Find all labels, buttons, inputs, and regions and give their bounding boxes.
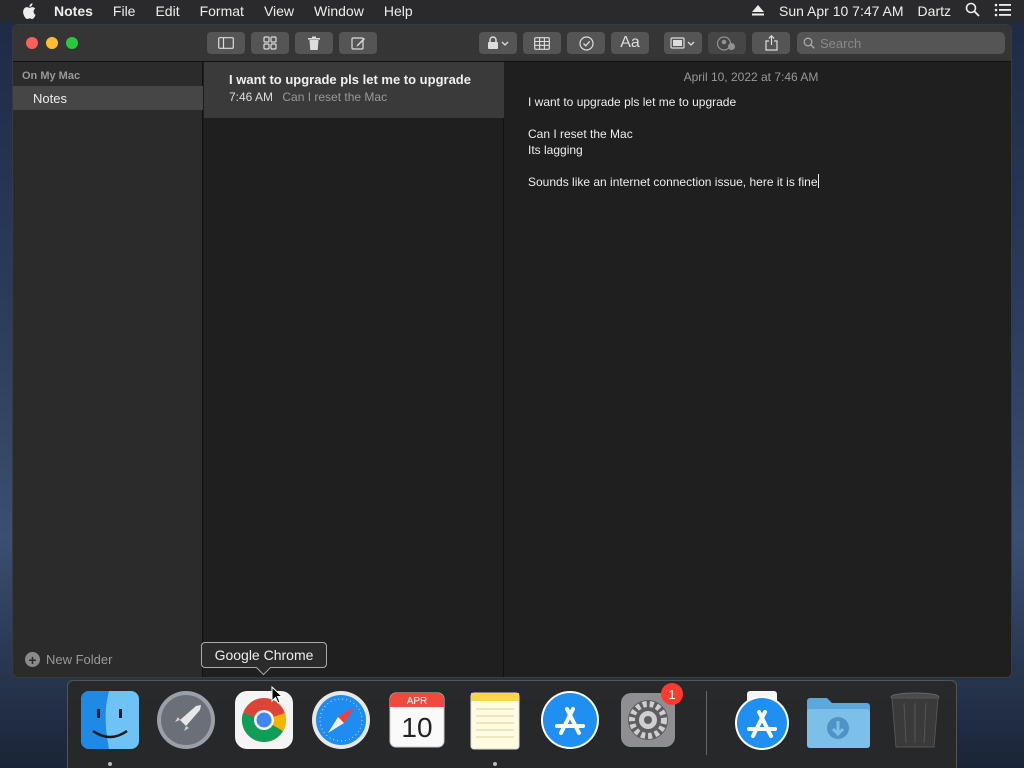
format-text-button[interactable]: Aa	[611, 32, 649, 54]
menu-file[interactable]: File	[113, 3, 136, 19]
text-caret	[817, 174, 819, 188]
finder-icon[interactable]	[79, 689, 141, 751]
sidebar-icon	[218, 37, 234, 49]
sidebar-item-notes[interactable]: Notes	[13, 86, 203, 110]
menu-clock[interactable]: Sun Apr 10 7:47 AM	[779, 3, 904, 19]
notes-window: Aa On My Mac Notes + New Folder I want t…	[12, 24, 1012, 678]
text-format-icon: Aa	[620, 34, 640, 51]
note-line-text: Sounds like an internet connection issue…	[528, 175, 818, 189]
list-item[interactable]: I want to upgrade pls let me to upgrade …	[204, 62, 504, 118]
dock-separator	[706, 691, 707, 755]
safari-icon[interactable]	[310, 689, 372, 751]
calendar-icon[interactable]: APR 10	[386, 689, 448, 751]
trash-icon	[308, 36, 320, 50]
notes-running-dot	[493, 762, 497, 766]
note-time: 7:46 AM	[229, 90, 274, 104]
menu-user[interactable]: Dartz	[918, 3, 951, 19]
trash-icon[interactable]	[884, 689, 946, 751]
note-title: I want to upgrade pls let me to upgrade	[229, 72, 471, 87]
apple-menu-icon[interactable]	[18, 3, 40, 19]
add-media-button[interactable]	[664, 32, 702, 54]
chrome-icon[interactable]	[233, 689, 295, 751]
plus-circle-icon: +	[25, 652, 40, 667]
checkmark-circle-icon	[578, 35, 594, 51]
notification-center-icon[interactable]	[994, 3, 1012, 20]
notes-list: I want to upgrade pls let me to upgrade …	[204, 62, 504, 677]
maximize-window-button[interactable]	[66, 37, 78, 49]
note-body[interactable]: I want to upgrade pls let me to upgrade …	[528, 94, 819, 190]
new-folder-label: New Folder	[46, 652, 113, 667]
menu-window[interactable]: Window	[314, 3, 364, 19]
app-store-installer-icon[interactable]	[731, 689, 793, 751]
launchpad-icon[interactable]	[155, 689, 217, 751]
compose-note-button[interactable]	[339, 32, 377, 54]
gallery-view-button[interactable]	[251, 32, 289, 54]
sidebar-section-header: On My Mac	[22, 70, 81, 82]
menu-format[interactable]: Format	[200, 3, 244, 19]
add-people-button[interactable]	[708, 32, 746, 54]
note-meta: 7:46 AM Can I reset the Mac	[229, 90, 387, 104]
notes-icon[interactable]	[464, 689, 526, 751]
add-people-icon	[716, 35, 735, 51]
calendar-day: 10	[401, 712, 432, 743]
toggle-sidebar-button[interactable]	[207, 32, 245, 54]
finder-running-dot	[108, 762, 112, 766]
dock: APR 10 1	[67, 680, 957, 768]
note-editor[interactable]: April 10, 2022 at 7:46 AM I want to upgr…	[505, 62, 1011, 677]
note-line: I want to upgrade pls let me to upgrade	[528, 95, 737, 109]
new-folder-button[interactable]: + New Folder	[25, 652, 112, 667]
notification-badge: 1	[661, 683, 683, 705]
lock-note-button[interactable]	[479, 32, 517, 54]
share-icon	[764, 35, 778, 51]
eject-icon[interactable]	[751, 3, 765, 19]
menu-view[interactable]: View	[264, 3, 294, 19]
calendar-month: APR	[407, 696, 428, 707]
note-line	[528, 110, 819, 126]
window-toolbar: Aa	[13, 25, 1011, 62]
mouse-cursor-icon	[271, 685, 284, 709]
downloads-folder-icon[interactable]	[805, 689, 870, 751]
search-field[interactable]	[797, 32, 1005, 54]
checklist-button[interactable]	[567, 32, 605, 54]
note-date: April 10, 2022 at 7:46 AM	[683, 70, 819, 84]
close-window-button[interactable]	[26, 37, 38, 49]
note-line: Its lagging	[528, 143, 583, 157]
note-line: Can I reset the Mac	[528, 127, 633, 141]
grid-icon	[263, 36, 277, 50]
menu-help[interactable]: Help	[384, 3, 413, 19]
search-icon	[803, 37, 815, 49]
insert-table-button[interactable]	[523, 32, 561, 54]
spotlight-icon[interactable]	[965, 2, 980, 20]
app-store-icon[interactable]	[539, 689, 601, 751]
note-line-last: Sounds like an internet connection issue…	[528, 174, 819, 190]
delete-note-button[interactable]	[295, 32, 333, 54]
share-button[interactable]	[752, 32, 790, 54]
lock-icon	[488, 36, 509, 49]
compose-icon	[350, 36, 365, 50]
note-line	[528, 158, 819, 174]
note-preview: Can I reset the Mac	[282, 90, 388, 104]
system-preferences-icon[interactable]: 1	[617, 683, 683, 751]
table-icon	[534, 36, 550, 50]
minimize-window-button[interactable]	[46, 37, 58, 49]
menu-app-name[interactable]: Notes	[54, 3, 93, 19]
dock-tooltip: Google Chrome	[201, 642, 327, 668]
search-input[interactable]	[820, 35, 990, 51]
photo-icon	[670, 37, 695, 49]
menu-bar: Notes File Edit Format View Window Help …	[0, 0, 1024, 22]
folders-sidebar: On My Mac Notes + New Folder	[13, 62, 203, 677]
menu-edit[interactable]: Edit	[155, 3, 179, 19]
